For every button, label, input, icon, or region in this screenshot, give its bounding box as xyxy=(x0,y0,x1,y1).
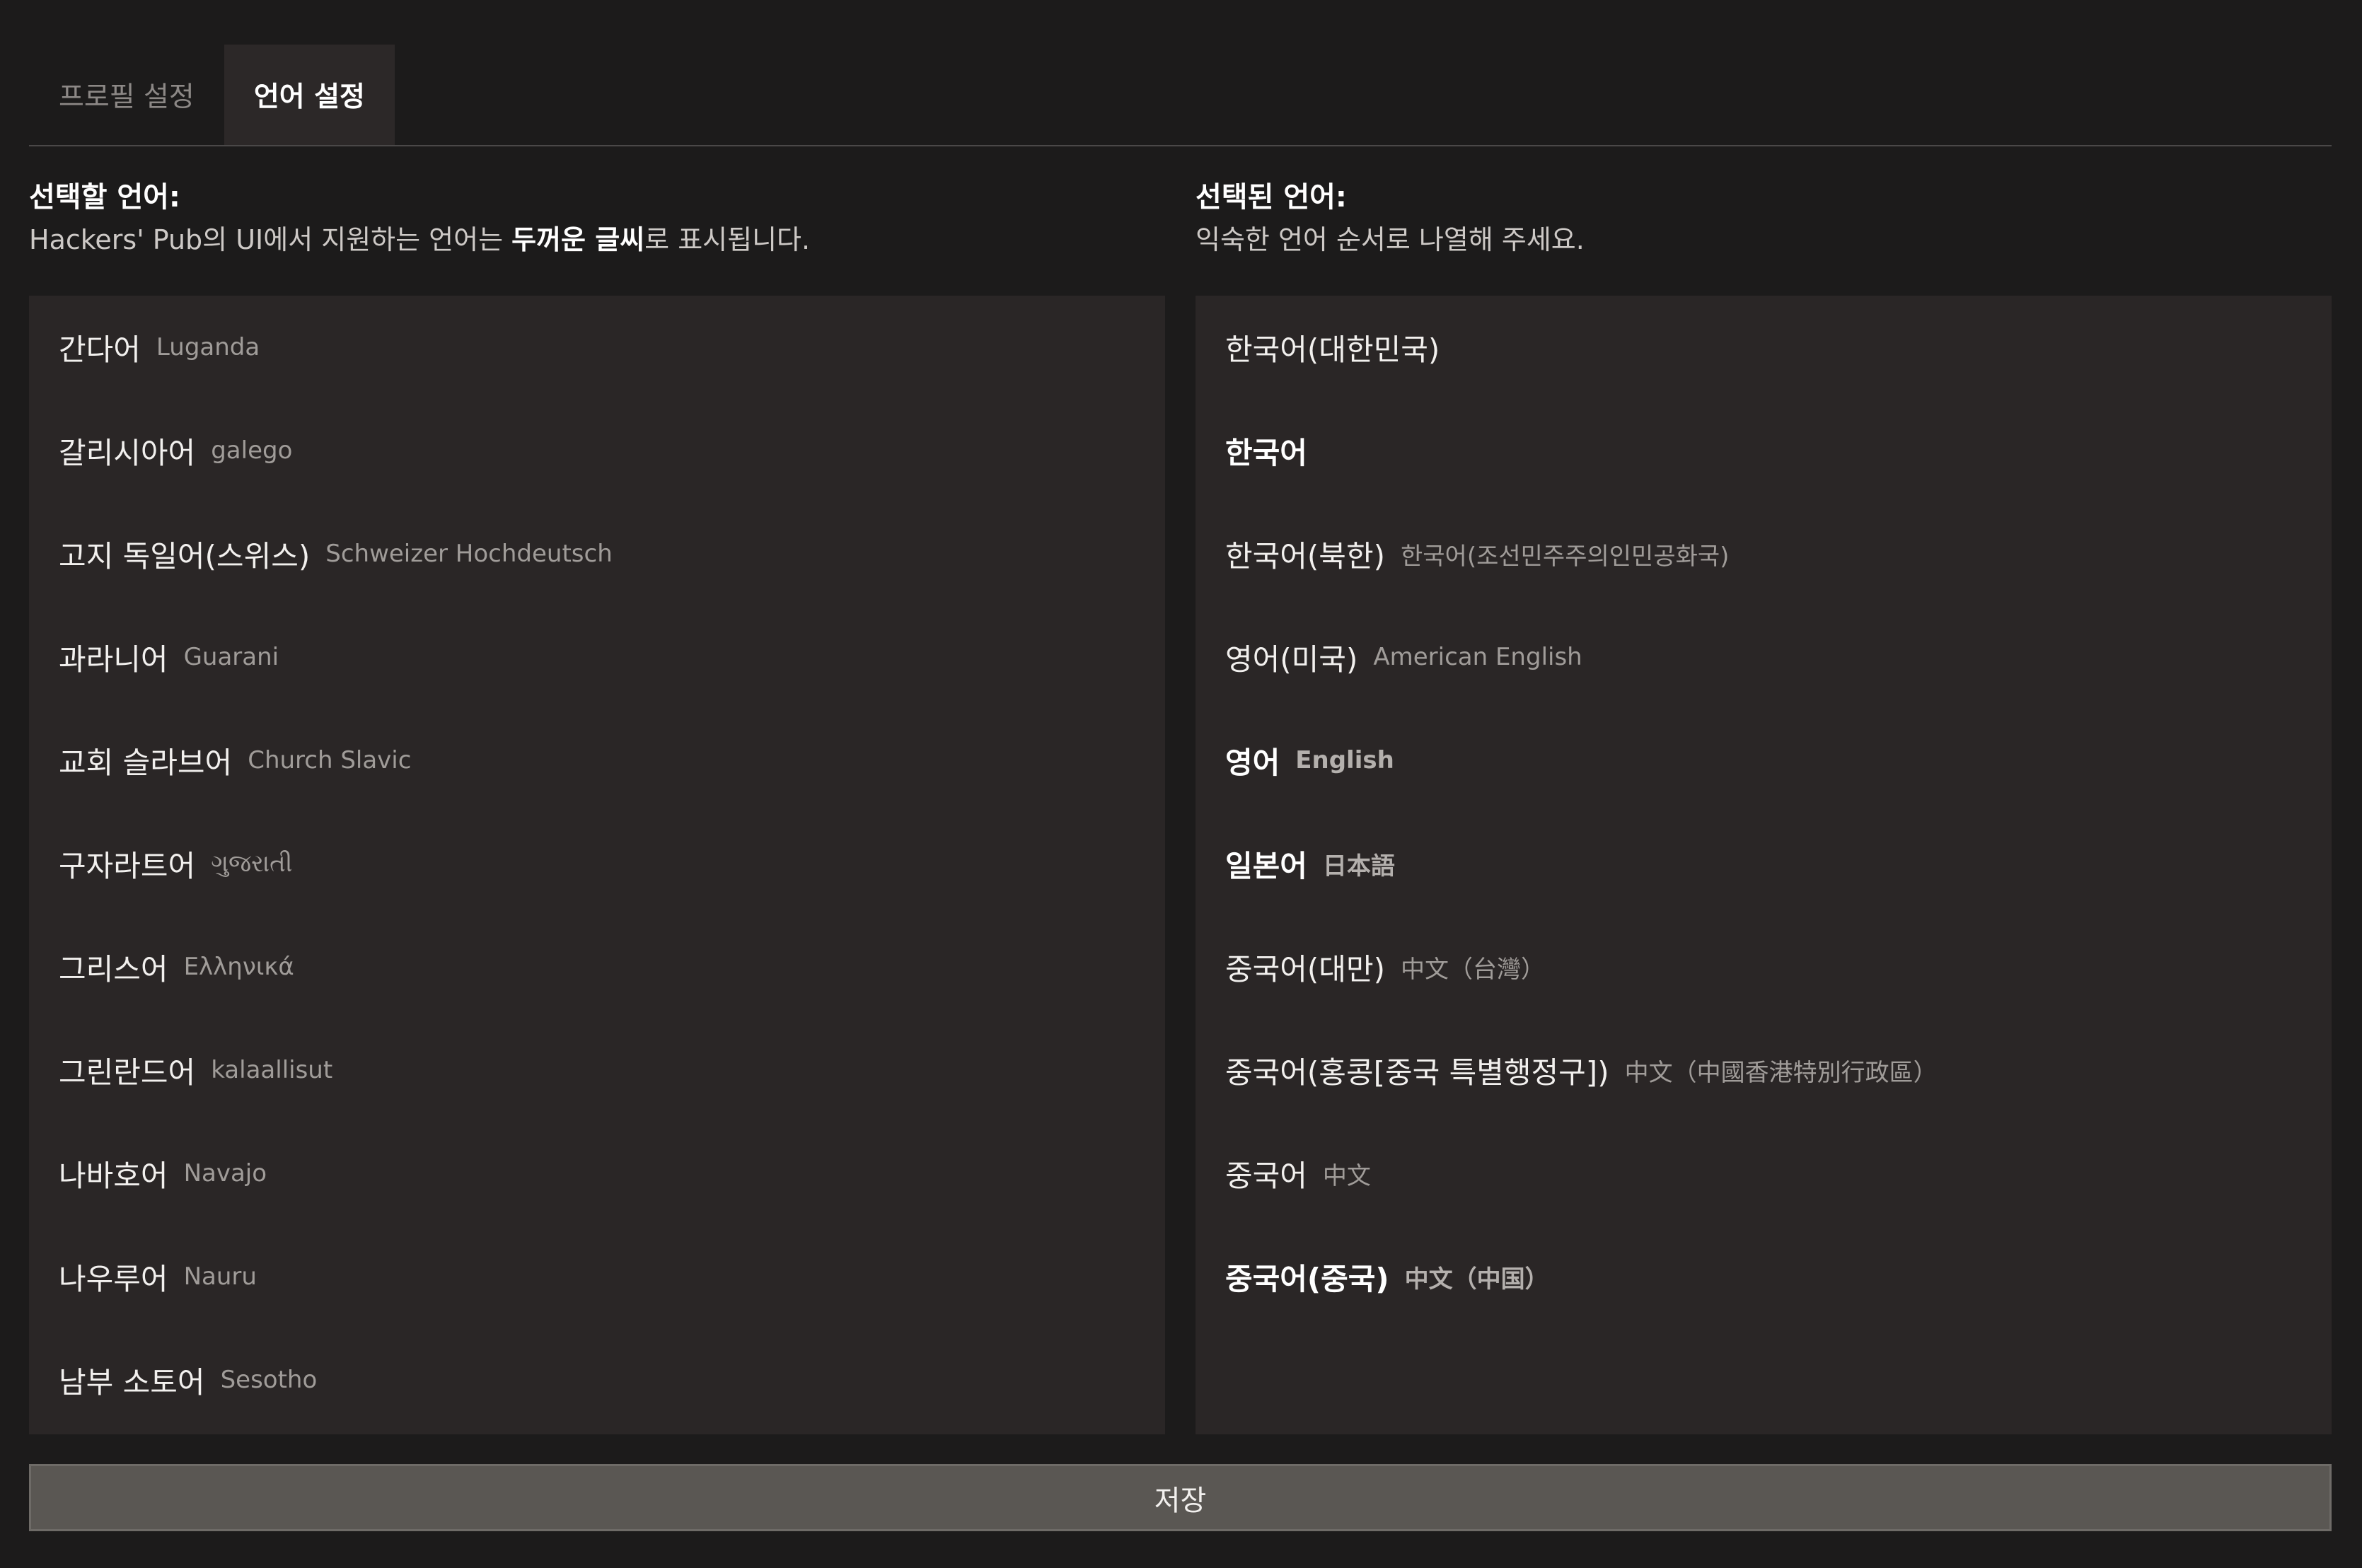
selected-language-item[interactable]: 영어(미국) American English xyxy=(1196,605,2332,709)
language-name: 나바호어 xyxy=(59,1158,168,1193)
language-native-name: Church Slavic xyxy=(248,746,412,774)
selected-language-item[interactable]: 중국어(대만) 中文（台灣） xyxy=(1196,915,2332,1018)
language-native-name: American English xyxy=(1373,643,1582,671)
language-native-name: English xyxy=(1295,746,1394,774)
language-name: 갈리시아어 xyxy=(59,435,196,470)
available-languages-column: 선택할 언어: Hackers' Pub의 UI에서 지원하는 언어는 두꺼운 … xyxy=(29,176,1165,1434)
selected-language-item[interactable]: 중국어 中文 xyxy=(1196,1122,2332,1225)
language-name: 그린란드어 xyxy=(59,1055,196,1090)
available-language-item[interactable]: 고지 독일어(스위스) Schweizer Hochdeutsch xyxy=(29,502,1165,605)
available-languages-description: Hackers' Pub의 UI에서 지원하는 언어는 두꺼운 글씨로 표시됩니… xyxy=(29,219,1165,261)
selected-languages-list[interactable]: 한국어(대한민국) 한국어 한국어(북한) 한국어(조선민주주의인민공화국) 영어… xyxy=(1196,296,2332,1434)
language-native-name: 日本語 xyxy=(1322,852,1395,881)
selected-languages-title: 선택된 언어: xyxy=(1196,181,1347,214)
available-languages-title: 선택할 언어: xyxy=(29,181,180,214)
selected-languages-description: 익숙한 언어 순서로 나열해 주세요. xyxy=(1196,224,1585,255)
available-language-item[interactable]: 그리스어 Ελληνικά xyxy=(29,915,1165,1018)
language-name: 한국어 xyxy=(1225,435,1307,470)
language-native-name: Sesotho xyxy=(220,1366,318,1394)
settings-page: 프로필 설정 언어 설정 선택할 언어: Hackers' Pub의 UI에서 … xyxy=(29,45,2332,1434)
language-native-name: 中文 xyxy=(1322,1161,1371,1190)
selected-language-item[interactable]: 한국어(대한민국) xyxy=(1196,296,2332,399)
tab-language-settings[interactable]: 언어 설정 xyxy=(224,45,395,145)
language-name: 한국어(대한민국) xyxy=(1225,332,1440,367)
available-language-item[interactable]: 나우루어 Nauru xyxy=(29,1225,1165,1328)
language-name: 중국어(중국) xyxy=(1225,1261,1389,1296)
selected-language-item[interactable]: 중국어(중국) 中文（中国） xyxy=(1196,1225,2332,1328)
language-name: 중국어(대만) xyxy=(1225,951,1385,987)
available-languages-list[interactable]: 간다어 Luganda 갈리시아어 galego 고지 독일어(스위스) Schwei… xyxy=(29,296,1165,1434)
language-name: 남부 소토어 xyxy=(59,1364,205,1400)
language-native-name: Guarani xyxy=(183,643,279,671)
available-language-item[interactable]: 과라니어 Guarani xyxy=(29,605,1165,709)
language-native-name: Nauru xyxy=(183,1262,257,1291)
selected-languages-column: 선택된 언어: 익숙한 언어 순서로 나열해 주세요. 한국어(대한민국) 한국… xyxy=(1196,176,2332,1434)
available-language-item[interactable]: 구자라트어 ગુજરાતી xyxy=(29,812,1165,915)
language-native-name: 한국어(조선민주주의인민공화국) xyxy=(1400,542,1730,571)
language-name: 한국어(북한) xyxy=(1225,538,1385,574)
language-name: 그리스어 xyxy=(59,951,168,987)
available-language-item[interactable]: 나바호어 Navajo xyxy=(29,1122,1165,1225)
description-bold: 두꺼운 글씨 xyxy=(511,224,645,255)
language-native-name: 中文（台灣） xyxy=(1400,955,1545,984)
language-native-name: 中文（中國香港特別行政區） xyxy=(1624,1058,1938,1087)
language-name: 중국어 xyxy=(1225,1158,1307,1193)
language-name: 간다어 xyxy=(59,332,141,367)
language-native-name: Ελληνικά xyxy=(183,953,294,981)
language-name: 일본어 xyxy=(1225,848,1307,883)
available-language-item[interactable]: 교회 슬라브어 Church Slavic xyxy=(29,709,1165,812)
language-name: 고지 독일어(스위스) xyxy=(59,538,311,574)
language-name: 영어(미국) xyxy=(1225,641,1358,677)
language-name: 과라니어 xyxy=(59,641,168,677)
available-language-item[interactable]: 갈리시아어 galego xyxy=(29,399,1165,502)
save-button[interactable]: 저장 xyxy=(29,1464,2332,1531)
selected-language-item[interactable]: 중국어(홍콩[중국 특별행정구]) 中文（中國香港特別行政區） xyxy=(1196,1018,2332,1122)
selected-language-item[interactable]: 한국어(북한) 한국어(조선민주주의인민공화국) xyxy=(1196,502,2332,605)
description-prefix: Hackers' Pub의 UI에서 지원하는 언어는 xyxy=(29,224,512,255)
description-suffix: 로 표시됩니다. xyxy=(644,224,811,255)
settings-tabs: 프로필 설정 언어 설정 xyxy=(29,45,2332,146)
language-name: 교회 슬라브어 xyxy=(59,745,233,780)
language-name: 나우루어 xyxy=(59,1261,168,1296)
language-native-name: Schweizer Hochdeutsch xyxy=(325,540,613,568)
language-name: 영어 xyxy=(1225,745,1280,780)
selected-language-item[interactable]: 한국어 xyxy=(1196,399,2332,502)
language-native-name: ગુજરાતી xyxy=(211,849,293,878)
tab-profile-settings[interactable]: 프로필 설정 xyxy=(29,45,224,145)
language-name: 구자라트어 xyxy=(59,848,196,883)
language-native-name: 中文（中国） xyxy=(1404,1265,1549,1294)
language-native-name: kalaallisut xyxy=(211,1056,333,1084)
language-native-name: galego xyxy=(211,436,293,465)
available-language-item[interactable]: 남부 소토어 Sesotho xyxy=(29,1328,1165,1431)
language-native-name: Luganda xyxy=(156,333,260,361)
language-name: 중국어(홍콩[중국 특별행정구]) xyxy=(1225,1055,1609,1090)
selected-language-item[interactable]: 영어 English xyxy=(1196,709,2332,812)
selected-language-item[interactable]: 일본어 日本語 xyxy=(1196,812,2332,915)
available-language-item[interactable]: 그린란드어 kalaallisut xyxy=(29,1018,1165,1122)
language-native-name: Navajo xyxy=(183,1159,267,1187)
available-language-item[interactable]: 간다어 Luganda xyxy=(29,296,1165,399)
